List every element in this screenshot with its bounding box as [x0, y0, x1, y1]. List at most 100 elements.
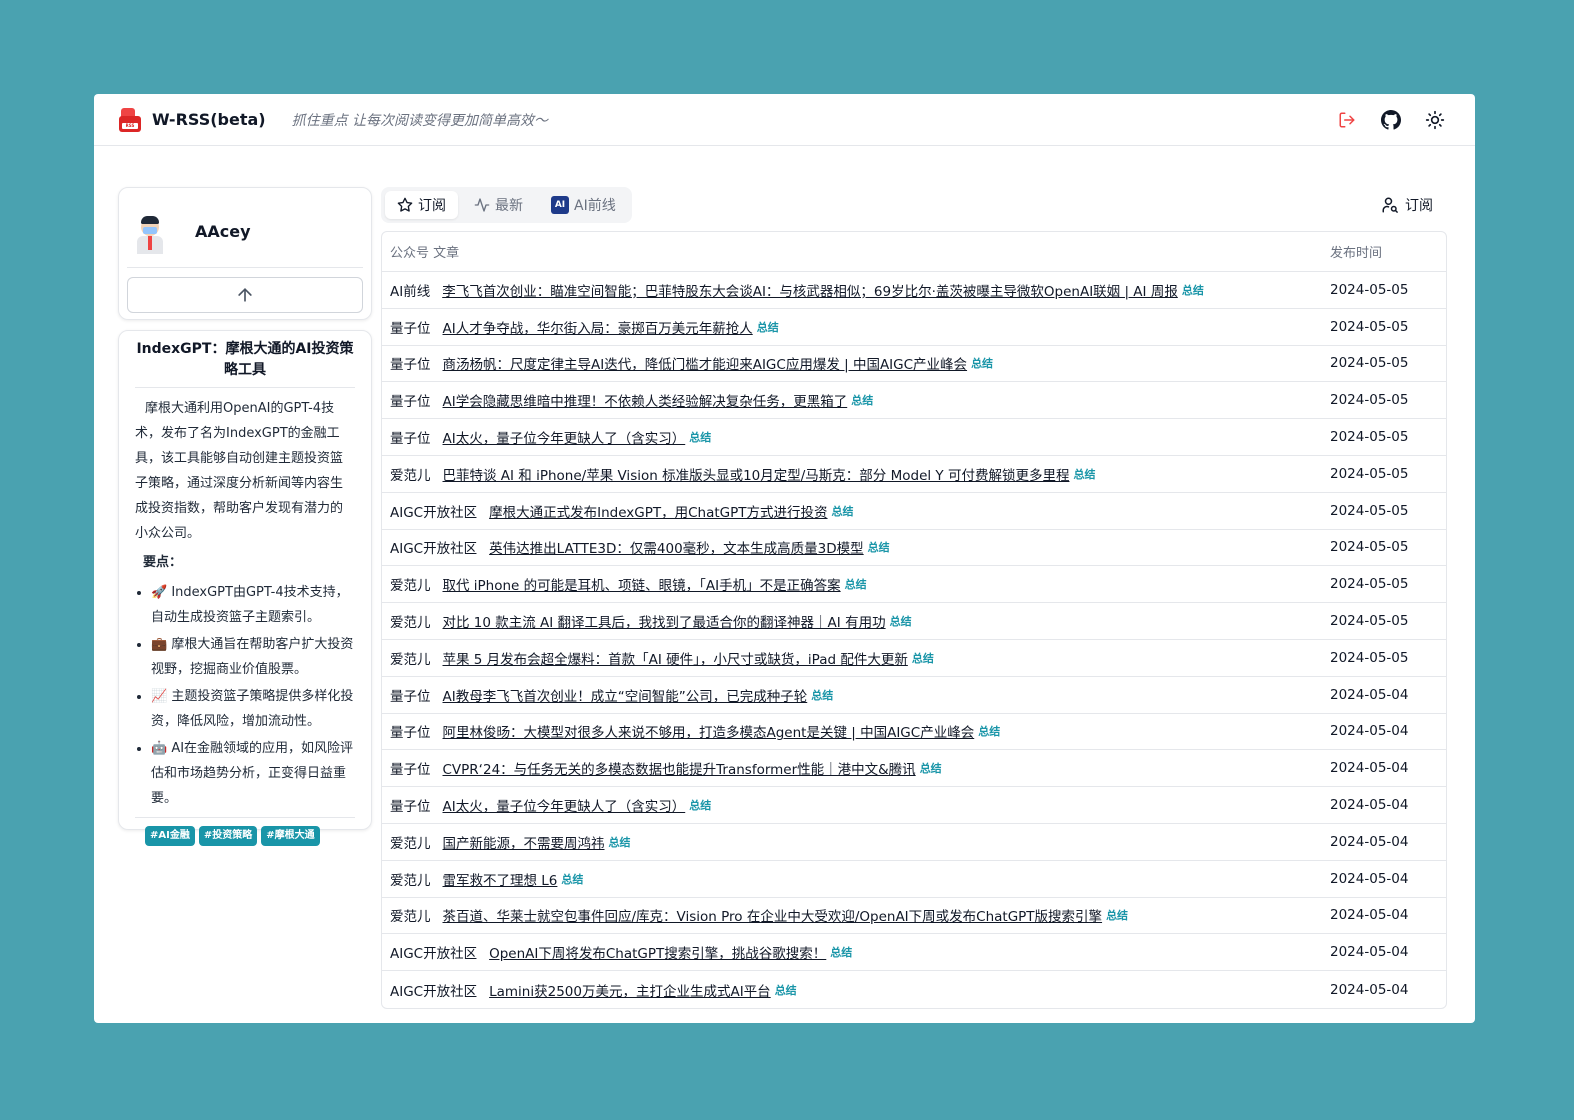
- summary-link[interactable]: 总结: [851, 392, 873, 408]
- account-name: 爱范儿: [390, 615, 431, 632]
- subscribe-button[interactable]: 订阅: [1381, 187, 1433, 223]
- summary-link[interactable]: 总结: [561, 871, 583, 887]
- summary-body: 摩根大通利用OpenAI的GPT-4技术，发布了名为IndexGPT的金融工具，…: [135, 401, 344, 541]
- tab-label: AI前线: [574, 198, 616, 214]
- table-row: AIGC开放社区 摩根大通正式发布IndexGPT，用ChatGPT方式进行投资…: [382, 493, 1446, 530]
- summary-link[interactable]: 总结: [830, 944, 852, 960]
- account-name: 爱范儿: [390, 467, 431, 484]
- tagline: 抓住重点 让每次阅读变得更加简单高效～: [291, 112, 549, 129]
- table-row: 量子位 阿里林俊旸：大模型对很多人来说不够用，打造多模态Agent是关键 | 中…: [382, 714, 1446, 751]
- account-name: 量子位: [390, 320, 431, 337]
- table-row: 爱范儿 对比 10 款主流 AI 翻译工具后，我找到了最适合你的翻译神器｜AI …: [382, 603, 1446, 640]
- article-link[interactable]: 李飞飞首次创业：瞄准空间智能；巴菲特股东大会谈AI：与核武器相似；69岁比尔·盖…: [442, 280, 1178, 300]
- table-row: AIGC开放社区 OpenAI下周将发布ChatGPT搜索引擎，挑战谷歌搜索！ …: [382, 934, 1446, 972]
- article-link[interactable]: CVPR‘24：与任务无关的多模态数据也能提升Transformer性能｜港中文…: [443, 758, 916, 778]
- summary-link[interactable]: 总结: [978, 723, 1000, 739]
- summary-point: 📈 主题投资篮子策略提供多样化投资，降低风险，增加流动性。: [151, 684, 355, 734]
- table-row: 爱范儿 取代 iPhone 的可能是耳机、项链、眼镜，「AI手机」不是正确答案 …: [382, 566, 1446, 604]
- article-link[interactable]: 摩根大通正式发布IndexGPT，用ChatGPT方式进行投资: [489, 501, 827, 521]
- table-header: 公众号 文章 发布时间: [382, 232, 1446, 272]
- article-link[interactable]: Lamini获2500万美元，主打企业生成式AI平台: [489, 980, 771, 1000]
- summary-link[interactable]: 总结: [1073, 466, 1095, 482]
- summary-link[interactable]: 总结: [890, 613, 912, 629]
- account-name: 量子位: [390, 688, 431, 705]
- scroll-up-button[interactable]: [127, 277, 363, 313]
- rss-logo-icon: RSS: [118, 107, 142, 133]
- summary-link[interactable]: 总结: [832, 503, 854, 519]
- tag-investment-strategy[interactable]: #投资策略: [198, 826, 258, 846]
- account-name: 爱范儿: [390, 651, 431, 668]
- account-name: AIGC开放社区: [390, 946, 478, 963]
- article-link[interactable]: 取代 iPhone 的可能是耳机、项链、眼镜，「AI手机」不是正确答案: [443, 574, 841, 594]
- article-link[interactable]: 阿里林俊旸：大模型对很多人来说不够用，打造多模态Agent是关键 | 中国AIG…: [443, 721, 975, 741]
- summary-point: 💼 摩根大通旨在帮助客户扩大投资视野，挖掘商业价值股票。: [151, 632, 355, 682]
- tab-bar: 订阅 最新 AI AI前线: [381, 187, 632, 223]
- github-icon[interactable]: [1381, 110, 1401, 130]
- article-link[interactable]: AI学会隐藏思维暗中推理！不依赖人类经验解决复杂任务，更黑箱了: [443, 390, 848, 410]
- summary-link[interactable]: 总结: [1106, 907, 1128, 923]
- summary-link[interactable]: 总结: [845, 576, 867, 592]
- article-link[interactable]: 雷军救不了理想 L6: [443, 869, 558, 889]
- tag-jpmorgan[interactable]: #摩根大通: [261, 826, 320, 846]
- col-date-header: 发布时间: [1330, 246, 1383, 261]
- account-name: 量子位: [390, 762, 431, 779]
- article-link[interactable]: 茶百道、华莱士就空包事件回应/库克：Vision Pro 在企业中大受欢迎/Op…: [443, 905, 1103, 925]
- username: AAcey: [195, 222, 251, 241]
- tab-ai-frontline[interactable]: AI AI前线: [539, 191, 628, 219]
- account-name: 量子位: [390, 357, 431, 374]
- summary-link[interactable]: 总结: [1182, 282, 1204, 298]
- article-link[interactable]: AI太火，量子位今年更缺人了（含实习）: [443, 427, 686, 447]
- summary-link[interactable]: 总结: [689, 797, 711, 813]
- account-name: 爱范儿: [390, 872, 431, 889]
- table-row: AI前线 李飞飞首次创业：瞄准空间智能；巴菲特股东大会谈AI：与核武器相似；69…: [382, 272, 1446, 309]
- article-link[interactable]: 对比 10 款主流 AI 翻译工具后，我找到了最适合你的翻译神器｜AI 有用功: [443, 611, 886, 631]
- user-search-icon: [1382, 197, 1398, 213]
- summary-link[interactable]: 总结: [912, 650, 934, 666]
- table-row: AIGC开放社区 英伟达推出LATTE3D：仅需400毫秒，文本生成高质量3D模…: [382, 530, 1446, 567]
- publish-date: 2024-05-04: [1330, 723, 1409, 740]
- summary-link[interactable]: 总结: [920, 760, 942, 776]
- publish-date: 2024-05-05: [1330, 392, 1409, 409]
- summary-link[interactable]: 总结: [868, 539, 890, 555]
- app-title: W-RSS(beta): [152, 110, 266, 129]
- publish-date: 2024-05-04: [1330, 944, 1409, 961]
- col-article-header: 公众号 文章: [390, 246, 460, 261]
- article-link[interactable]: 商汤杨帆：尺度定律主导AI迭代，降低门槛才能迎来AIGC应用爆发 | 中国AIG…: [443, 353, 968, 373]
- article-link[interactable]: 苹果 5 月发布会超全爆料：首款「AI 硬件」，小尺寸或缺货，iPad 配件大更…: [443, 648, 908, 668]
- publish-date: 2024-05-05: [1330, 613, 1409, 630]
- article-link[interactable]: 国产新能源，不需要周鸿祎: [443, 832, 605, 852]
- logout-icon[interactable]: [1337, 110, 1357, 130]
- article-link[interactable]: AI太火，量子位今年更缺人了（含实习）: [443, 795, 686, 815]
- publish-date: 2024-05-05: [1330, 576, 1409, 593]
- avatar: [135, 210, 165, 254]
- subscribe-label: 订阅: [1405, 198, 1433, 214]
- article-link[interactable]: OpenAI下周将发布ChatGPT搜索引擎，挑战谷歌搜索！: [489, 942, 826, 962]
- tag-ai-finance[interactable]: #AI金融: [145, 826, 195, 846]
- summary-link[interactable]: 总结: [811, 687, 833, 703]
- article-link[interactable]: AI教母李飞飞首次创业！成立“空间智能”公司，已完成种子轮: [443, 685, 808, 705]
- activity-icon: [474, 198, 490, 212]
- publish-date: 2024-05-05: [1330, 465, 1409, 482]
- table-row: 爱范儿 苹果 5 月发布会超全爆料：首款「AI 硬件」，小尺寸或缺货，iPad …: [382, 640, 1446, 677]
- summary-link[interactable]: 总结: [757, 319, 779, 335]
- article-link[interactable]: 英伟达推出LATTE3D：仅需400毫秒，文本生成高质量3D模型: [489, 537, 864, 557]
- publish-date: 2024-05-04: [1330, 686, 1409, 703]
- summary-link[interactable]: 总结: [689, 429, 711, 445]
- summary-link[interactable]: 总结: [971, 355, 993, 371]
- summary-card: IndexGPT：摩根大通的AI投资策略工具 摩根大通利用OpenAI的GPT-…: [118, 330, 372, 846]
- summary-link[interactable]: 总结: [609, 834, 631, 850]
- table-row: 爱范儿 茶百道、华莱士就空包事件回应/库克：Vision Pro 在企业中大受欢…: [382, 898, 1446, 935]
- ai-badge-icon: AI: [551, 196, 569, 214]
- publish-date: 2024-05-04: [1330, 760, 1409, 777]
- summary-link[interactable]: 总结: [775, 982, 797, 998]
- table-body: AI前线 李飞飞首次创业：瞄准空间智能；巴菲特股东大会谈AI：与核武器相似；69…: [382, 272, 1446, 1008]
- publish-date: 2024-05-05: [1330, 429, 1409, 446]
- article-link[interactable]: AI人才争夺战，华尔街入局：豪掷百万美元年薪抢人: [443, 317, 753, 337]
- table-row: 量子位 AI人才争夺战，华尔街入局：豪掷百万美元年薪抢人 总结 2024-05-…: [382, 309, 1446, 346]
- article-link[interactable]: 巴菲特谈 AI 和 iPhone/苹果 Vision 标准版头显或10月定型/马…: [443, 464, 1070, 484]
- theme-toggle-sun-icon[interactable]: [1425, 110, 1445, 130]
- table-row: 量子位 AI太火，量子位今年更缺人了（含实习） 总结 2024-05-04: [382, 787, 1446, 824]
- tab-label: 最新: [495, 198, 523, 214]
- tab-subscribed[interactable]: 订阅: [385, 191, 458, 219]
- tab-latest[interactable]: 最新: [462, 191, 535, 219]
